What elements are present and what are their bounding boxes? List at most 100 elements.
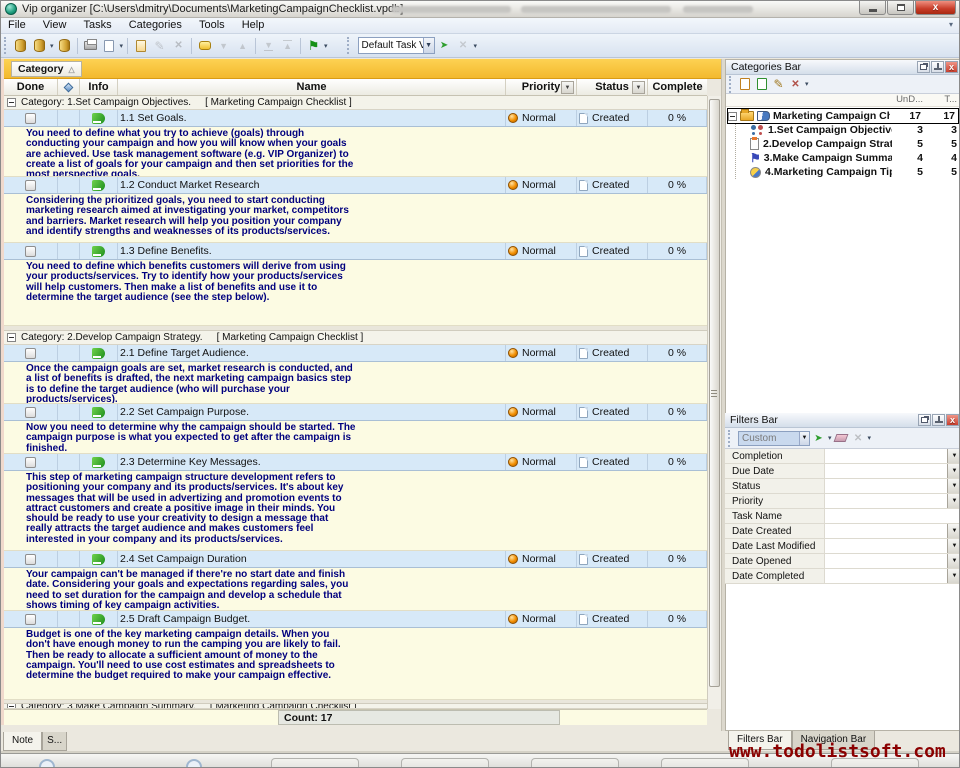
tab-s[interactable]: S... — [42, 732, 67, 751]
print-button[interactable] — [81, 36, 100, 55]
apply-view-button[interactable]: ➤ — [435, 36, 454, 55]
task-view-button[interactable]: ⚑ — [304, 36, 323, 55]
edit-note-button[interactable]: ✎ — [150, 36, 169, 55]
scrollbar-thumb[interactable] — [709, 99, 720, 687]
filter-dropdown-button[interactable]: ▼ — [947, 554, 960, 568]
filter-value[interactable] — [825, 524, 947, 538]
tree-item-checklist-root[interactable]: Marketing Campaign Checklist 17 17 — [728, 109, 958, 123]
filter-dropdown-button[interactable]: ▼ — [947, 524, 960, 538]
collapse-group-icon[interactable] — [7, 98, 16, 107]
task-name[interactable]: 2.3 Determine Key Messages. — [118, 454, 506, 470]
filter-dropdown-button[interactable]: ▼ — [947, 479, 960, 493]
task-priority-cell[interactable]: Normal — [506, 243, 577, 259]
category-group-row[interactable]: Category: 2.Develop Campaign Strategy. [… — [4, 331, 707, 345]
edit-category-button[interactable]: ✎ — [770, 76, 787, 93]
menu-help[interactable]: Help — [235, 18, 272, 33]
add-note-button[interactable] — [131, 36, 150, 55]
taskbar-button[interactable] — [401, 758, 489, 768]
delete-filter-button[interactable]: ✕ — [850, 430, 867, 447]
done-checkbox[interactable] — [25, 180, 36, 191]
task-priority-cell[interactable]: Normal — [506, 110, 577, 126]
panel-restore-button[interactable] — [918, 414, 931, 426]
new-subcategory-button[interactable] — [753, 76, 770, 93]
task-priority-cell[interactable]: Normal — [506, 551, 577, 567]
filters-toolbar-chevron-icon[interactable]: ▾ — [868, 434, 872, 442]
group-by-category-button[interactable]: Category△ — [11, 61, 82, 77]
print-preview-button[interactable] — [100, 36, 119, 55]
toolbar-grip[interactable] — [728, 430, 732, 447]
menu-file[interactable]: File — [1, 18, 33, 33]
combobox-dropdown-icon[interactable]: ▼ — [799, 432, 809, 445]
filter-dropdown-button[interactable]: ▼ — [947, 539, 960, 553]
column-header-name[interactable]: Name — [118, 79, 506, 95]
save-database-button[interactable] — [55, 36, 74, 55]
taskbar-button[interactable] — [271, 758, 359, 768]
menu-categories[interactable]: Categories — [122, 18, 189, 33]
tree-item-category-2[interactable]: 2.Develop Campaign Strategy. 5 5 — [750, 137, 960, 151]
open-database-button[interactable] — [30, 36, 49, 55]
filter-value[interactable] — [825, 464, 947, 478]
column-header-priority[interactable]: Priority▼ — [506, 79, 577, 95]
tree-item-category-1[interactable]: 1.Set Campaign Objectives. 3 3 — [750, 123, 960, 137]
panel-close-button[interactable]: x — [945, 61, 958, 73]
filter-dropdown-button[interactable]: ▼ — [947, 494, 960, 508]
toolbar-grip[interactable] — [4, 37, 8, 54]
task-name[interactable]: 1.2 Conduct Market Research — [118, 177, 506, 193]
tree-undone-column-header[interactable]: UnD... — [892, 94, 926, 106]
category-group-row[interactable]: Category: 1.Set Campaign Objectives. [ M… — [4, 96, 707, 110]
open-database-dropdown-icon[interactable]: ▾ — [50, 42, 54, 50]
menu-tasks[interactable]: Tasks — [77, 18, 119, 33]
taskbar-app-icon[interactable] — [39, 759, 55, 768]
minimize-button[interactable] — [859, 1, 886, 15]
task-status-cell[interactable]: Created — [577, 110, 648, 126]
task-priority-cell[interactable]: Normal — [506, 454, 577, 470]
task-status-cell[interactable]: Created — [577, 611, 648, 627]
tab-note[interactable]: Note — [3, 732, 42, 751]
task-name[interactable]: 1.1 Set Goals. — [118, 110, 506, 126]
clear-filter-button[interactable] — [833, 430, 850, 447]
toolbar-grip[interactable] — [729, 76, 733, 93]
filter-value[interactable] — [825, 494, 947, 508]
task-status-cell[interactable]: Created — [577, 551, 648, 567]
tree-total-column-header[interactable]: T... — [926, 94, 960, 106]
tree-collapse-icon[interactable] — [728, 112, 737, 121]
taskbar-app-icon[interactable] — [186, 759, 202, 768]
tree-item-category-3[interactable]: ⚑ 3.Make Campaign Summary. 4 4 — [750, 151, 960, 165]
print-dropdown-icon[interactable]: ▾ — [120, 42, 124, 50]
tree-item-category-4[interactable]: 4.Marketing Campaign Tips. 5 5 — [750, 165, 960, 179]
delete-category-button[interactable]: ✕ — [787, 76, 804, 93]
column-header-priority-flag[interactable] — [58, 79, 80, 95]
comments-button[interactable] — [195, 36, 214, 55]
move-down-button[interactable]: ▼ — [214, 36, 233, 55]
task-priority-cell[interactable]: Normal — [506, 611, 577, 627]
categories-toolbar-chevron-icon[interactable]: ▾ — [805, 80, 809, 88]
done-checkbox[interactable] — [25, 407, 36, 418]
filter-value[interactable] — [825, 569, 947, 583]
panel-pin-button[interactable] — [932, 414, 945, 426]
task-name[interactable]: 1.3 Define Benefits. — [118, 243, 506, 259]
task-status-cell[interactable]: Created — [577, 404, 648, 420]
task-status-cell[interactable]: Created — [577, 345, 648, 361]
priority-filter-button[interactable]: ▼ — [561, 81, 574, 94]
task-priority-cell[interactable]: Normal — [506, 404, 577, 420]
task-priority-cell[interactable]: Normal — [506, 177, 577, 193]
done-checkbox[interactable] — [25, 554, 36, 565]
taskbar-button[interactable] — [531, 758, 619, 768]
maximize-button[interactable] — [887, 1, 914, 15]
column-header-complete[interactable]: Complete — [648, 79, 707, 95]
column-header-done[interactable]: Done — [4, 79, 58, 95]
close-button[interactable]: x — [915, 1, 956, 15]
toolbar-options-chevron-icon[interactable]: ▾ — [474, 42, 478, 50]
task-view-dropdown-icon[interactable]: ▾ — [324, 42, 328, 50]
filter-dropdown-button[interactable]: ▼ — [947, 464, 960, 478]
column-header-info[interactable]: Info — [80, 79, 118, 95]
task-name[interactable]: 2.2 Set Campaign Purpose. — [118, 404, 506, 420]
collapse-group-icon[interactable] — [7, 333, 16, 342]
task-status-cell[interactable]: Created — [577, 177, 648, 193]
filter-value[interactable] — [825, 479, 947, 493]
task-view-combobox[interactable]: Default Task V ▼ — [358, 37, 435, 54]
filter-value[interactable] — [825, 554, 947, 568]
clear-view-button[interactable]: ✕ — [454, 36, 473, 55]
column-header-status[interactable]: Status▼ — [577, 79, 648, 95]
apply-filter-button[interactable]: ➤ — [810, 430, 827, 447]
